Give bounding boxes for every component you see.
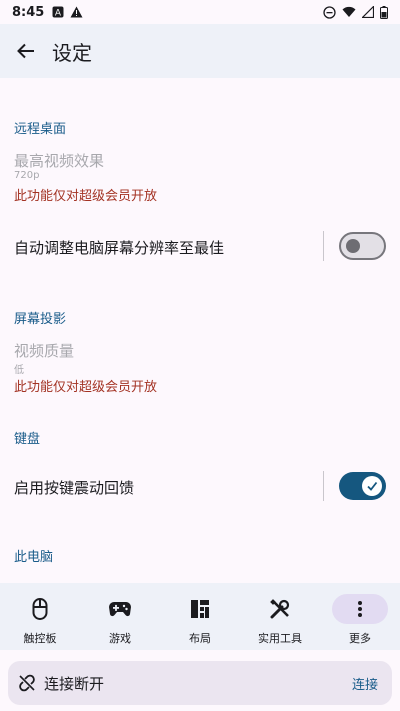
status-bar: 8:45 A bbox=[0, 0, 400, 24]
connection-status: 连接断开 bbox=[44, 674, 105, 693]
wifi-icon bbox=[342, 6, 356, 17]
layout-icon bbox=[191, 600, 209, 618]
warning-icon bbox=[70, 6, 83, 18]
switch-thumb bbox=[362, 476, 382, 496]
switch-thumb bbox=[346, 239, 360, 253]
setting-value: 720p bbox=[14, 170, 40, 181]
divider bbox=[323, 231, 324, 261]
section-header-this-pc: 此电脑 bbox=[14, 550, 54, 565]
nav-item-more[interactable]: 更多 bbox=[320, 583, 400, 650]
nav-item-games[interactable]: 游戏 bbox=[80, 583, 160, 650]
nav-label: 触控板 bbox=[23, 632, 57, 645]
nav-label: 布局 bbox=[189, 632, 211, 645]
back-button[interactable] bbox=[0, 24, 52, 78]
svg-text:A: A bbox=[55, 9, 62, 19]
nav-item-touchpad[interactable]: 触控板 bbox=[0, 583, 80, 650]
gamepad-icon bbox=[109, 602, 131, 617]
notification-a-icon: A bbox=[52, 6, 64, 18]
section-header-remote-desktop: 远程桌面 bbox=[14, 122, 67, 137]
connection-bar: 连接断开 连接 bbox=[8, 661, 392, 705]
mouse-icon bbox=[32, 598, 48, 620]
nav-label: 实用工具 bbox=[258, 632, 302, 645]
more-vert-icon bbox=[358, 601, 362, 617]
arrow-back-icon bbox=[17, 43, 34, 59]
vip-notice: 此功能仅对超级会员开放 bbox=[14, 380, 158, 395]
connect-button[interactable]: 连接 bbox=[352, 674, 382, 693]
haptic-switch[interactable] bbox=[339, 472, 386, 500]
divider bbox=[323, 471, 324, 501]
section-header-screen-cast: 屏幕投影 bbox=[14, 312, 67, 327]
bottom-nav: 触控板 游戏 布局 实用工具 更多 bbox=[0, 583, 400, 650]
setting-title: 视频质量 bbox=[14, 342, 75, 360]
link-off-icon bbox=[19, 674, 35, 692]
battery-icon bbox=[380, 5, 388, 19]
nav-label: 游戏 bbox=[109, 632, 131, 645]
vip-notice: 此功能仅对超级会员开放 bbox=[14, 189, 158, 204]
setting-label: 自动调整电脑屏幕分辨率至最佳 bbox=[14, 239, 225, 257]
dnd-icon bbox=[323, 5, 336, 19]
setting-title: 最高视频效果 bbox=[14, 152, 105, 170]
tools-icon bbox=[270, 599, 290, 619]
setting-label: 启用按键震动回馈 bbox=[14, 479, 135, 497]
nav-item-layout[interactable]: 布局 bbox=[160, 583, 240, 650]
signal-icon bbox=[362, 6, 374, 18]
app-bar: 设定 bbox=[0, 24, 400, 78]
auto-resize-switch[interactable] bbox=[339, 232, 386, 260]
page-title: 设定 bbox=[52, 40, 92, 65]
check-icon bbox=[367, 481, 378, 491]
nav-item-tools[interactable]: 实用工具 bbox=[240, 583, 320, 650]
setting-value: 低 bbox=[14, 365, 24, 376]
nav-label: 更多 bbox=[349, 632, 371, 645]
section-header-keyboard: 键盘 bbox=[14, 432, 41, 447]
status-time: 8:45 bbox=[12, 4, 45, 20]
